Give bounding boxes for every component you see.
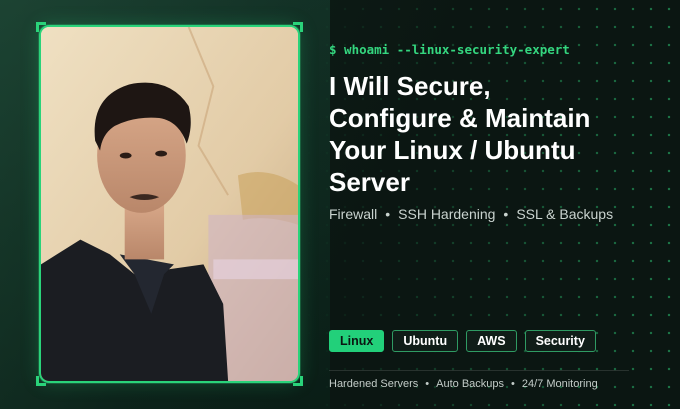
services-list: Firewall • SSH Hardening • SSL & Backups [329,206,613,222]
tag-linux: Linux [329,330,385,352]
headline-line-3: Your Linux / Ubuntu [329,135,576,165]
bullet-separator: • [385,206,391,222]
frame-corner-top-left [36,22,46,32]
headline-line-4: Server [329,167,410,197]
service-item: SSL & Backups [516,206,614,222]
bullet-separator: • [511,378,515,390]
frame-corner-top-right [293,22,303,32]
frame-corner-bottom-right [293,376,303,386]
feature-footer: Hardened Servers • Auto Backups • 24/7 Monit… [329,378,598,390]
headline-line-2: Configure & Maintain [329,103,591,133]
tag-list: Linux Ubuntu AWS Security [329,330,596,352]
bullet-separator: • [425,378,430,390]
service-item: Firewall [329,206,378,222]
tag-aws: AWS [466,330,517,352]
tag-ubuntu: Ubuntu [392,330,459,352]
service-item: SSH Hardening [398,206,496,222]
footer-divider [329,370,629,371]
headline: I Will Secure, Configure & Maintain Your… [329,70,649,198]
footer-item: Hardened Servers [329,378,419,390]
footer-item: Auto Backups [436,378,505,390]
footer-item: 24/7 Monitoring [521,378,598,390]
profile-photo [39,25,300,383]
portrait-illustration [41,27,298,381]
terminal-prompt: $ whoami --linux-security-expert [329,42,570,57]
tag-security: Security [524,330,596,352]
headline-line-1: I Will Secure, [329,71,491,101]
bullet-separator: • [503,206,509,222]
frame-corner-bottom-left [36,376,46,386]
